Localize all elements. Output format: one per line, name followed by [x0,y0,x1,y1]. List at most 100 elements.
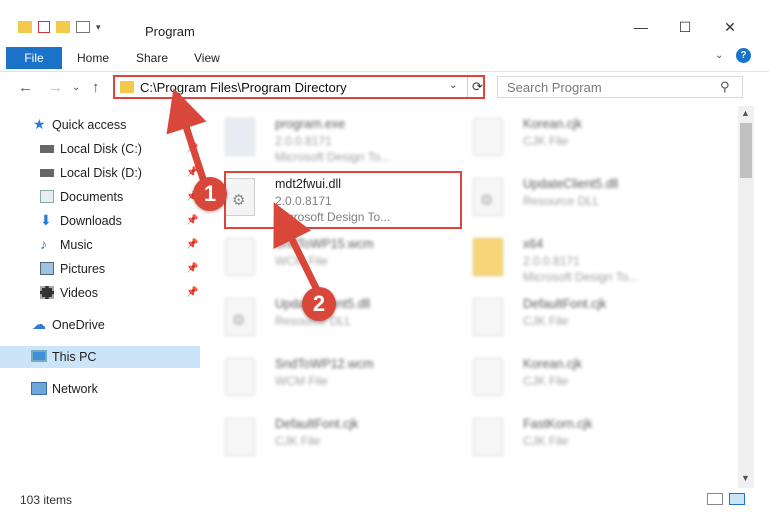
vertical-scrollbar[interactable]: ▲ ▼ [738,106,754,488]
file-name: DefaultFont.cjk [523,297,607,311]
scroll-up-icon[interactable]: ▲ [741,108,750,118]
sidebar-item-label: Network [52,382,98,396]
address-path[interactable]: C:\Program Files\Program Directory [140,80,347,95]
dll-file-icon: ⚙ [473,178,503,216]
step-badge-2: 2 [302,287,336,321]
address-bar[interactable]: C:\Program Files\Program Directory ⌄ ⟳ [113,75,485,99]
file-icon [473,298,503,336]
minimize-button[interactable]: — [626,19,656,35]
sidebar-item-label: Music [60,238,93,252]
scroll-down-icon[interactable]: ▼ [741,473,750,483]
file-type: CJK File [523,434,569,448]
pin-icon[interactable]: 📌 [186,287,198,298]
sidebar-item-local-disk-c[interactable]: Local Disk (C:) 📌 [0,138,200,160]
help-icon[interactable]: ? [736,48,751,63]
title-bar: ▾ Program — ☐ ✕ [0,0,769,44]
sidebar-item-label: OneDrive [52,318,105,332]
list-item[interactable]: DefaultFont.cjk CJK File [455,292,690,348]
list-item[interactable]: x64 2.0.0.8171 Microsoft Design To... [455,232,690,288]
file-type: CJK File [523,134,569,148]
file-icon [473,118,503,156]
sidebar-item-onedrive[interactable]: ☁ OneDrive [0,314,200,336]
sidebar-item-videos[interactable]: Videos 📌 [0,282,200,304]
customize-toolbar-icon[interactable] [76,21,90,33]
tab-share[interactable]: Share [136,51,168,65]
drive-icon [40,145,54,153]
pin-icon[interactable]: 📌 [186,167,198,178]
file-icon [473,418,503,456]
file-name: SndToWP15.wcm [275,237,374,251]
documents-icon [40,190,54,203]
tab-home[interactable]: Home [77,51,109,65]
list-item[interactable]: DefaultFont.cjk CJK File [207,412,442,468]
file-name: UpdateClient5.dll [523,177,619,191]
pin-icon[interactable]: 📌 [186,263,198,274]
sidebar-item-label: Videos [60,286,98,300]
sidebar-item-local-disk-d[interactable]: Local Disk (D:) 📌 [0,162,200,184]
file-name: SndToWP12.wcm [275,357,374,371]
pin-icon[interactable]: 📌 [186,239,198,250]
large-icons-view-icon[interactable] [729,493,745,505]
search-input[interactable]: Search Program ⚲ [497,76,743,98]
list-item[interactable]: ⚙ UpdateClient5.dll Resource DLL [455,172,690,228]
file-icon [225,418,255,456]
file-list: program.exe 2.0.0.8171 Microsoft Design … [207,106,737,486]
maximize-button[interactable]: ☐ [670,19,700,36]
expand-ribbon-icon[interactable]: ⌄ [715,50,723,61]
exe-file-icon [225,118,255,156]
refresh-icon[interactable]: ⟳ [472,79,483,95]
tab-file[interactable]: File [6,47,62,69]
sidebar-item-this-pc[interactable]: This PC [0,346,200,368]
search-icon[interactable]: ⚲ [720,79,730,95]
list-item[interactable]: FastKorn.cjk CJK File [455,412,690,468]
pin-icon[interactable]: 📌 [186,143,198,154]
sidebar-item-pictures[interactable]: Pictures 📌 [0,258,200,280]
list-item[interactable]: Korean.cjk CJK File [455,112,690,168]
gear-icon: ⚙ [480,192,494,209]
folder-icon [120,81,134,93]
navigation-pane: ★ Quick access Local Disk (C:) 📌 Local D… [0,110,205,480]
ribbon-tabs: File Home Share View [0,45,769,72]
forward-button[interactable]: → [48,79,63,96]
list-item[interactable]: SndToWP15.wcm WCM File [207,232,442,288]
chevron-down-icon[interactable]: ▾ [96,22,101,33]
address-dropdown-icon[interactable]: ⌄ [449,80,457,91]
folder-icon [473,238,503,276]
file-icon [225,358,255,396]
file-description: Microsoft Design To... [275,150,391,164]
list-item[interactable]: Korean.cjk CJK File [455,352,690,408]
recent-locations-button[interactable]: ⌄ [72,82,80,93]
window-title: Program [145,24,195,39]
properties-icon[interactable] [38,21,50,33]
up-button[interactable]: ↑ [92,79,100,96]
file-name: Korean.cjk [523,357,583,371]
sidebar-item-documents[interactable]: Documents 📌 [0,186,200,208]
sidebar-item-quick-access[interactable]: ★ Quick access [0,114,200,136]
videos-icon [40,286,54,299]
file-icon [225,238,255,276]
file-version: 2.0.0.8171 [523,254,580,268]
computer-icon [31,350,47,362]
sidebar-item-downloads[interactable]: ⬇ Downloads 📌 [0,210,200,232]
list-item[interactable]: SndToWP12.wcm WCM File [207,352,442,408]
new-folder-icon[interactable] [56,21,70,33]
star-icon: ★ [33,116,46,132]
tab-view[interactable]: View [194,51,220,65]
folder-icon[interactable] [18,21,32,33]
sidebar-item-music[interactable]: ♪ Music 📌 [0,234,200,256]
sidebar-item-network[interactable]: Network [0,378,200,400]
pictures-icon [40,262,54,275]
sidebar-item-label: Pictures [60,262,106,276]
pin-icon[interactable]: 📌 [186,215,198,226]
download-icon: ⬇ [40,212,52,228]
item-count: 103 items [20,493,73,507]
file-type: CJK File [275,434,321,448]
details-view-icon[interactable] [707,493,723,505]
address-divider [467,77,468,97]
list-item[interactable]: program.exe 2.0.0.8171 Microsoft Design … [207,112,442,168]
file-description: Microsoft Design To... [523,270,639,284]
file-type: CJK File [523,374,569,388]
back-button[interactable]: ← [18,79,33,96]
close-button[interactable]: ✕ [715,19,745,36]
scrollbar-thumb[interactable] [740,123,752,178]
